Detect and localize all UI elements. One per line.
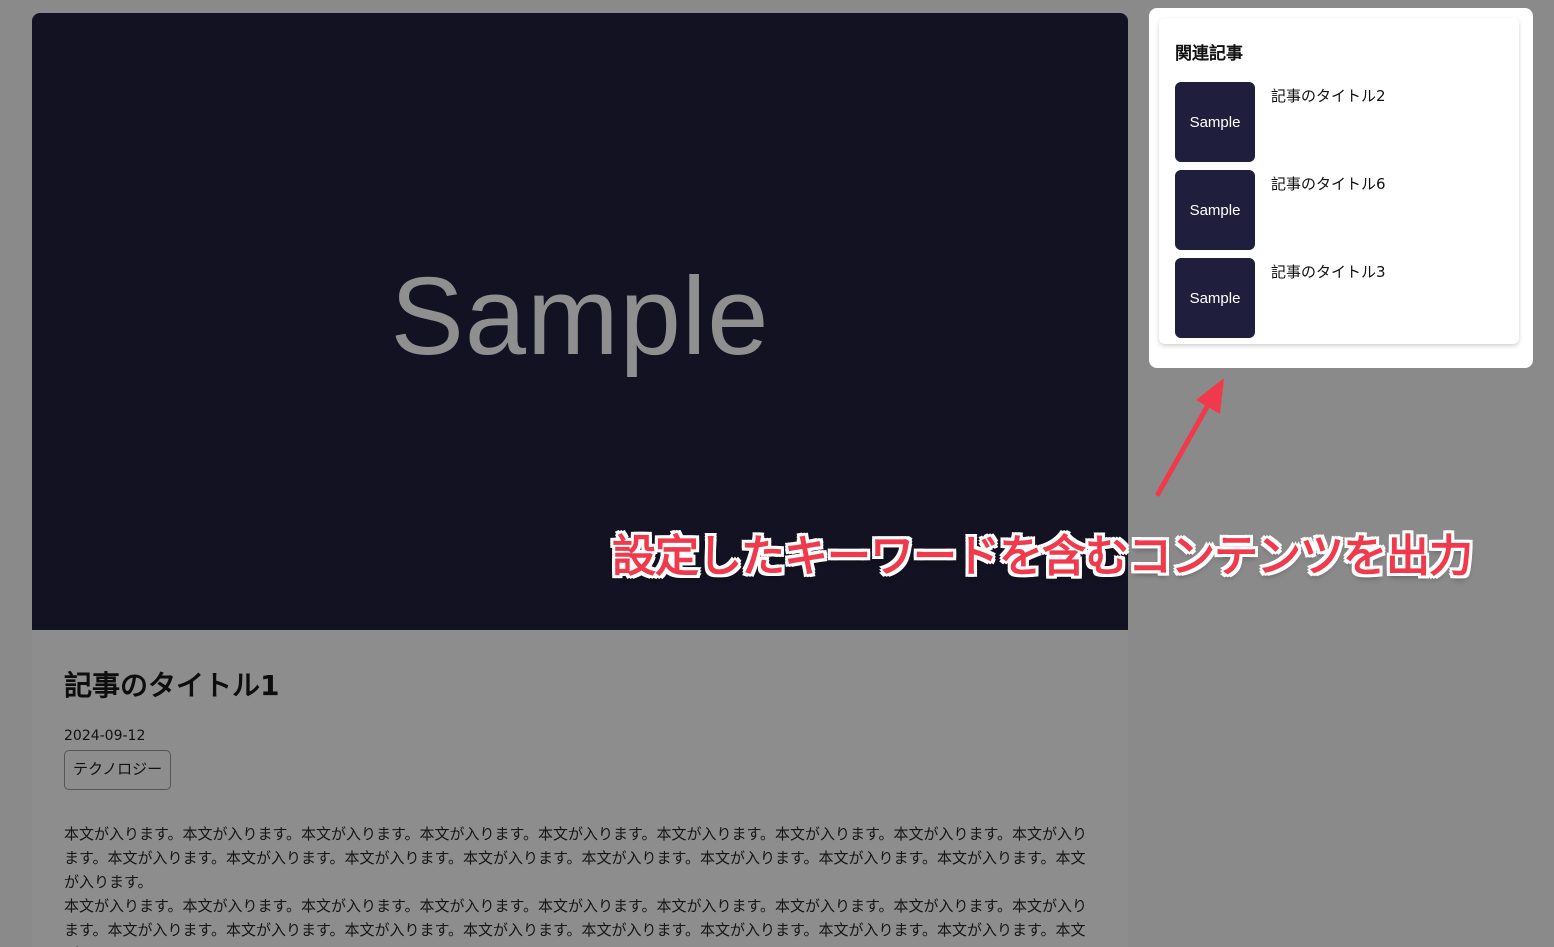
related-articles-sidebar: 関連記事 Sample 記事のタイトル2 Sample 記事のタイトル6 Sam…	[1149, 8, 1533, 368]
related-articles-card: 関連記事 Sample 記事のタイトル2 Sample 記事のタイトル6 Sam…	[1159, 18, 1519, 344]
related-item[interactable]: Sample 記事のタイトル2	[1175, 82, 1505, 162]
article: Sample 記事のタイトル1 2024-09-12 テクノロジー 本文が入りま…	[32, 13, 1128, 947]
paragraph: 本文が入ります。本文が入ります。本文が入ります。本文が入ります。本文が入ります。…	[64, 825, 1088, 891]
article-content: 本文が入ります。本文が入ります。本文が入ります。本文が入ります。本文が入ります。…	[64, 822, 1094, 947]
related-item-title[interactable]: 記事のタイトル3	[1271, 261, 1386, 282]
related-thumbnail[interactable]: Sample	[1175, 82, 1255, 162]
related-articles-title: 関連記事	[1175, 44, 1243, 64]
paragraph: 本文が入ります。本文が入ります。本文が入ります。本文が入ります。本文が入ります。…	[64, 897, 1088, 947]
hero-placeholder-text: Sample	[390, 255, 770, 378]
article-date: 2024-09-12	[64, 728, 146, 744]
related-thumbnail[interactable]: Sample	[1175, 258, 1255, 338]
tag-technology[interactable]: テクノロジー	[64, 750, 172, 790]
related-item-title[interactable]: 記事のタイトル2	[1271, 85, 1386, 106]
article-title: 記事のタイトル1	[64, 669, 280, 702]
related-item-title[interactable]: 記事のタイトル6	[1271, 173, 1386, 194]
related-item[interactable]: Sample 記事のタイトル6	[1175, 170, 1505, 250]
article-body: 記事のタイトル1 2024-09-12 テクノロジー 本文が入ります。本文が入り…	[32, 630, 1128, 947]
related-thumbnail[interactable]: Sample	[1175, 170, 1255, 250]
related-item[interactable]: Sample 記事のタイトル3	[1175, 258, 1505, 338]
annotation-label: 設定したキーワードを含むコンテンツを出力	[612, 531, 1473, 582]
